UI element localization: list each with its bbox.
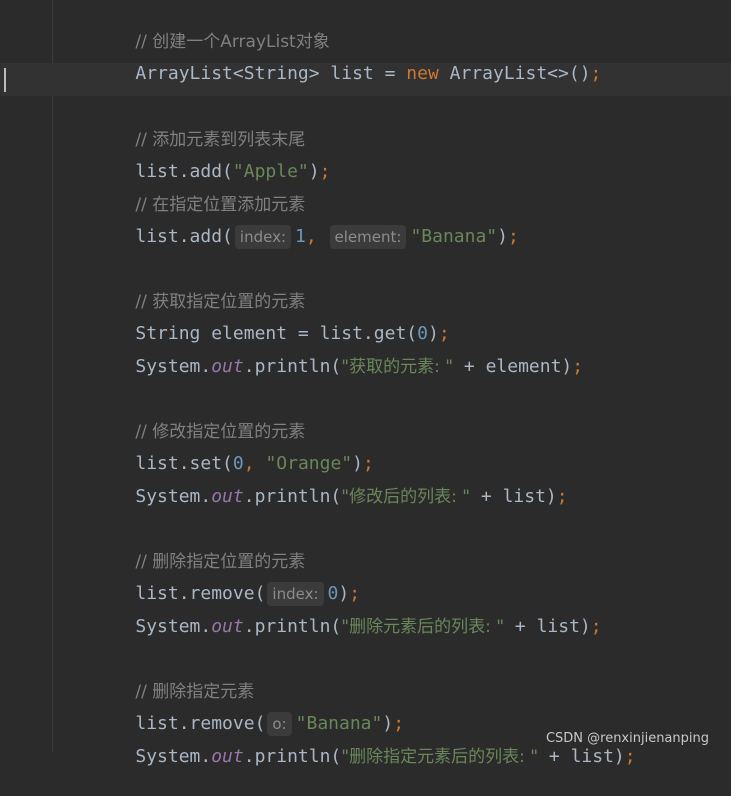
code-text: ) xyxy=(308,161,320,182)
semicolon: ; xyxy=(624,746,636,767)
code-line-comment-get[interactable]: // 获取指定位置的元素 xyxy=(92,263,305,312)
code-text: + list) xyxy=(470,486,557,507)
string-literal: "修改后的列表: " xyxy=(341,487,471,507)
code-line-arraylist-declaration[interactable]: ArrayList<String> list = new ArrayList<>… xyxy=(92,35,601,84)
string-literal: "删除元素后的列表: " xyxy=(341,617,505,637)
semicolon: ; xyxy=(590,616,602,637)
code-text: ArrayList<>() xyxy=(438,63,591,84)
code-text: .println( xyxy=(243,356,342,377)
static-field-out: out xyxy=(211,616,244,637)
code-text: System. xyxy=(135,746,212,767)
number-literal: 1 xyxy=(295,226,306,247)
semicolon: ; xyxy=(572,356,584,377)
parameter-hint-element: element: xyxy=(329,225,407,249)
code-text: + element) xyxy=(453,356,573,377)
code-text: ArrayList<String> list = xyxy=(135,63,407,84)
semicolon: ; xyxy=(590,63,602,84)
code-line-comment-remove-object[interactable]: // 删除指定元素 xyxy=(92,653,254,702)
semicolon: ; xyxy=(508,226,519,247)
code-text: + list) xyxy=(504,616,591,637)
code-line-get-element[interactable]: String element = list.get(0); xyxy=(92,295,449,344)
code-line-comment-remove-index[interactable]: // 删除指定位置的元素 xyxy=(92,523,305,572)
code-line-remove-index[interactable]: list.remove(index: 0); xyxy=(92,555,360,606)
code-line-print-set[interactable]: System.out.println("修改后的列表: " + list); xyxy=(92,458,567,507)
code-text: list.add( xyxy=(135,226,233,247)
code-line-comment-insert[interactable]: // 在指定位置添加元素 xyxy=(92,166,305,215)
code-text: .println( xyxy=(243,746,342,767)
semicolon: ; xyxy=(319,161,331,182)
code-text: System. xyxy=(135,486,212,507)
string-literal: "删除指定元素后的列表: " xyxy=(341,747,539,767)
code-text: + list) xyxy=(538,746,625,767)
string-literal: "获取的元素: " xyxy=(341,357,454,377)
static-field-out: out xyxy=(211,746,244,767)
indent-guide xyxy=(52,0,53,752)
code-text: .println( xyxy=(243,486,342,507)
comma: , xyxy=(305,226,317,247)
parameter-hint-index: index: xyxy=(234,225,291,249)
code-line-remove-object[interactable]: list.remove(o: "Banana"); xyxy=(92,685,404,736)
code-line-comment-create[interactable]: // 创建一个ArrayList对象 xyxy=(92,3,329,52)
code-line-add-apple[interactable]: list.add("Apple"); xyxy=(92,133,330,182)
keyword-new: new xyxy=(406,63,439,84)
semicolon: ; xyxy=(556,486,568,507)
code-text: .println( xyxy=(243,616,342,637)
code-line-comment-set[interactable]: // 修改指定位置的元素 xyxy=(92,393,305,442)
static-field-out: out xyxy=(211,356,244,377)
code-editor[interactable]: // 创建一个ArrayList对象 ArrayList<String> lis… xyxy=(0,0,731,767)
code-text: System. xyxy=(135,356,212,377)
code-text: ) xyxy=(497,226,508,247)
text-caret xyxy=(4,68,6,92)
static-field-out: out xyxy=(211,486,244,507)
watermark: CSDN @renxinjienanping xyxy=(545,731,709,746)
code-line-print-remove[interactable]: System.out.println("删除元素后的列表: " + list); xyxy=(92,588,601,637)
string-literal: "Banana" xyxy=(410,226,498,247)
code-line-add-banana[interactable]: list.add(index: 1, element: "Banana"); xyxy=(92,198,519,249)
code-line-comment-add[interactable]: // 添加元素到列表末尾 xyxy=(92,101,305,150)
code-line-set-orange[interactable]: list.set(0, "Orange"); xyxy=(92,425,373,474)
code-text: System. xyxy=(135,616,212,637)
code-line-print-get[interactable]: System.out.println("获取的元素: " + element); xyxy=(92,328,583,377)
